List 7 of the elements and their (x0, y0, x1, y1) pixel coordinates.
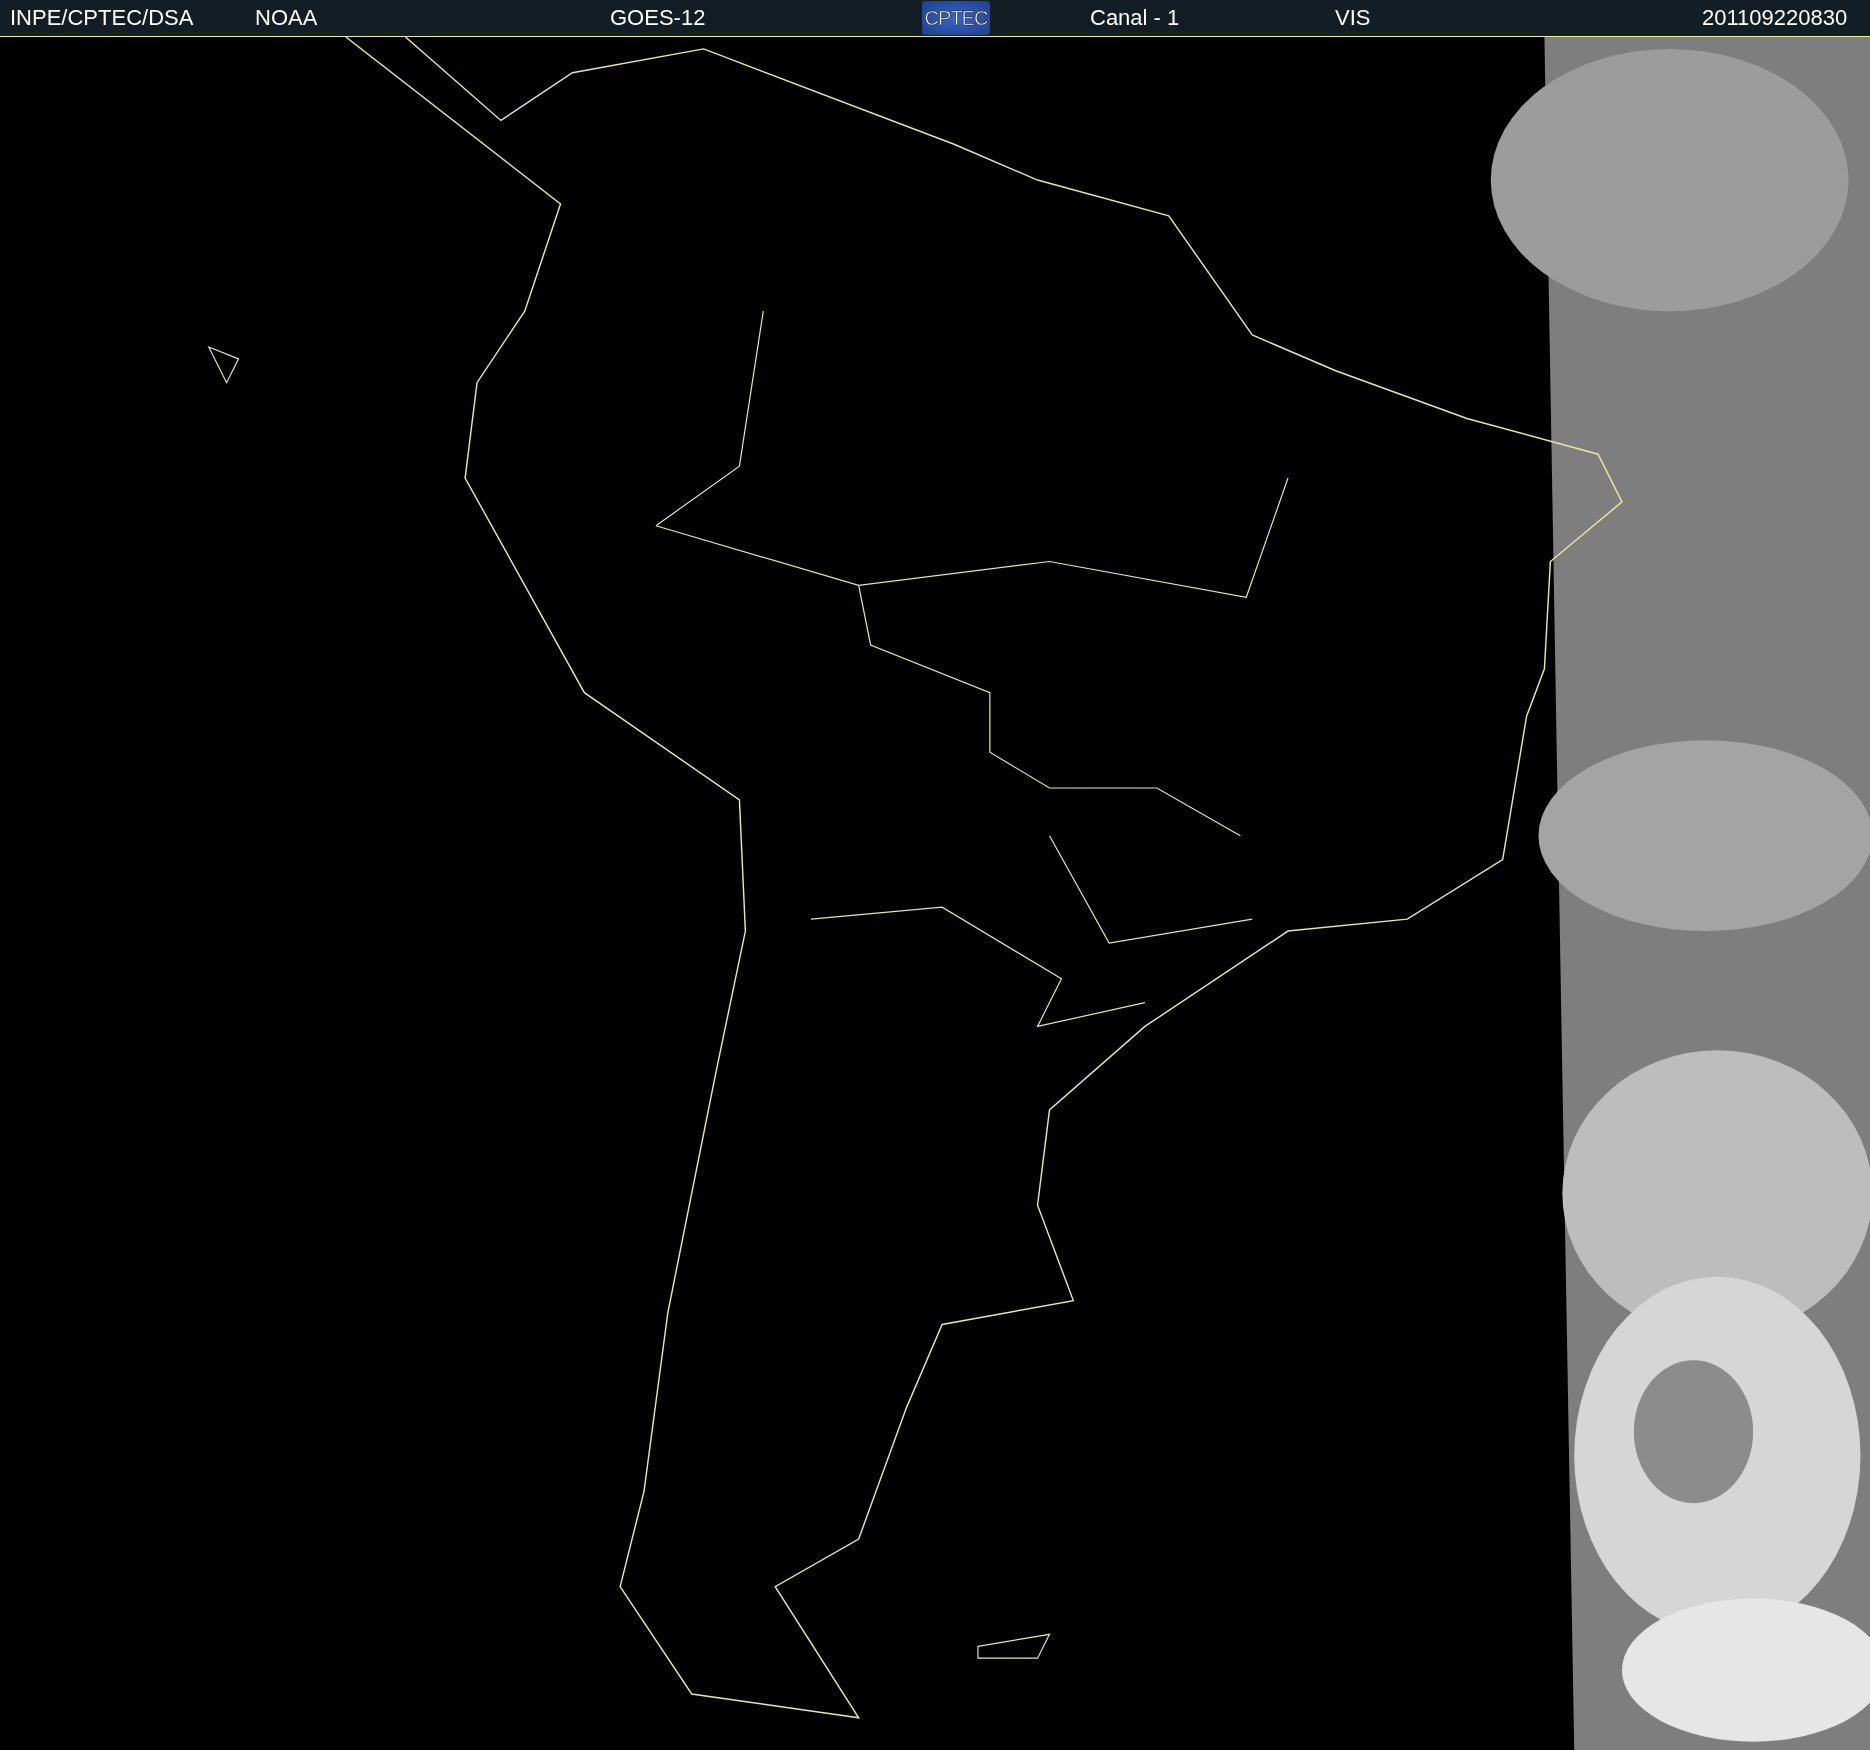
header-label: Canal - 1 (1090, 5, 1180, 31)
header-label: GOES-12 (610, 5, 706, 31)
header-label: NOAA (255, 5, 318, 31)
logo: CPTEC (922, 1, 990, 35)
source-label: INPE/CPTEC/DSA (10, 5, 194, 31)
header-label: VIS (1335, 5, 1371, 31)
header-label: 201109220830 (1702, 5, 1849, 31)
